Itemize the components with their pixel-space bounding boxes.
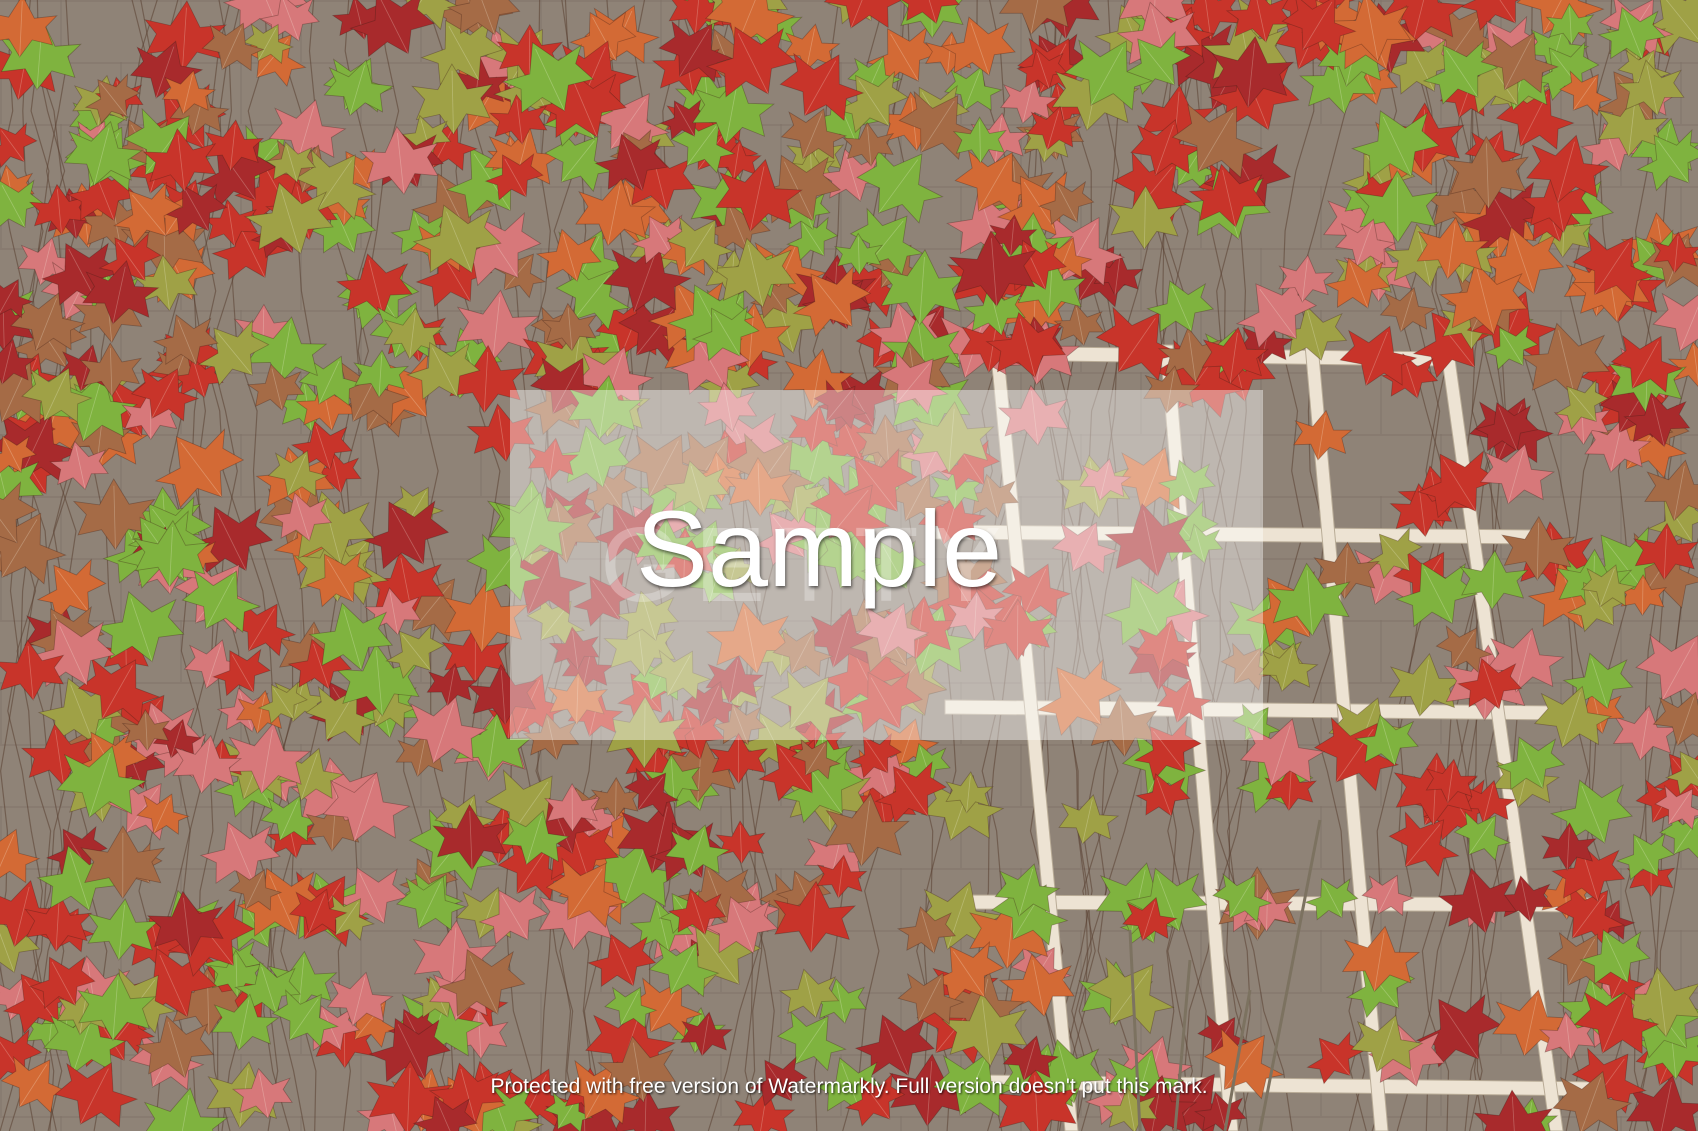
watermark-sample-text: Sample [636,488,1003,609]
watermark-footer-text: Protected with free version of Watermark… [490,1075,1208,1098]
